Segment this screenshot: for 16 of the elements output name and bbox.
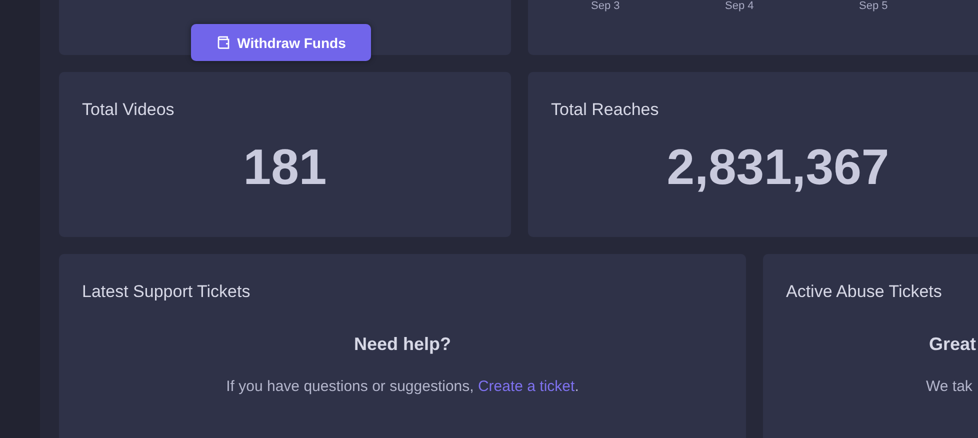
axis-label: Sep 5 xyxy=(859,0,889,12)
card-title: Active Abuse Tickets xyxy=(786,282,943,302)
help-heading: Need help? xyxy=(352,334,452,355)
axis-label: Sep 4 xyxy=(725,0,755,12)
stat-value: 181 xyxy=(242,138,328,196)
withdraw-funds-button[interactable]: Withdraw Funds xyxy=(191,24,371,61)
abuse-text: We tak xyxy=(926,378,972,395)
stat-title: Total Videos xyxy=(82,100,176,120)
stat-title: Total Reaches xyxy=(551,100,660,120)
wallet-icon xyxy=(216,35,232,50)
axis-label: Sep 3 xyxy=(591,0,621,12)
card-title: Latest Support Tickets xyxy=(82,282,252,302)
create-ticket-link[interactable]: Create a ticket xyxy=(478,378,575,395)
abuse-heading: Great xyxy=(929,334,976,355)
stat-value: 2,831,367 xyxy=(666,138,890,196)
help-text: If you have questions or suggestions, Create a ticket. xyxy=(225,378,580,395)
